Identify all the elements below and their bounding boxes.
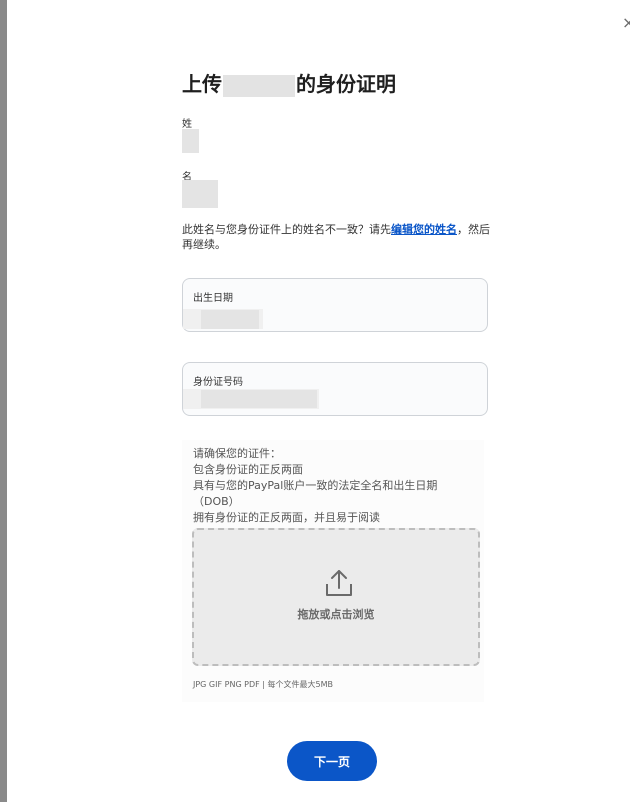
- upload-dropzone[interactable]: 拖放或点击浏览: [192, 528, 480, 666]
- close-button[interactable]: ×: [622, 14, 630, 32]
- requirements-heading: 请确保您的证件：: [193, 447, 281, 460]
- title-prefix: 上传: [182, 72, 222, 96]
- requirement-item: （DOB）: [193, 495, 240, 508]
- next-button[interactable]: 下一页: [287, 741, 377, 781]
- document-requirements: 请确保您的证件： 包含身份证的正反两面 具有与您的PayPal账户一致的法定全名…: [182, 440, 484, 702]
- upload-label: 拖放或点击浏览: [297, 608, 375, 621]
- close-icon: ×: [622, 13, 630, 32]
- title-suffix: 的身份证明: [296, 72, 396, 96]
- requirement-item: 包含身份证的正反两面: [193, 463, 303, 476]
- id-number-value-redacted-inner: [201, 390, 317, 408]
- window-edge: [0, 0, 7, 802]
- upload-icon: [326, 570, 352, 596]
- edit-name-link[interactable]: 编辑您的姓名: [391, 223, 457, 236]
- last-name-label: 姓: [182, 119, 192, 130]
- id-number-field[interactable]: 身份证号码: [182, 362, 488, 416]
- id-number-label: 身份证号码: [193, 377, 243, 388]
- redacted-name: [223, 74, 295, 97]
- last-name-value-redacted: [182, 129, 199, 153]
- dob-value-redacted-inner: [201, 310, 259, 329]
- requirement-item: 具有与您的PayPal账户一致的法定全名和出生日期: [193, 479, 438, 492]
- dob-field[interactable]: 出生日期: [182, 278, 488, 332]
- notice-text-before: 此姓名与您身份证件上的姓名不一致？请先: [182, 223, 391, 236]
- dob-label: 出生日期: [193, 293, 233, 304]
- name-mismatch-notice: 此姓名与您身份证件上的姓名不一致？请先编辑您的姓名，然后再继续。: [182, 222, 496, 252]
- requirement-item: 拥有身份证的正反两面，并且易于阅读: [193, 511, 380, 524]
- first-name-value-redacted: [182, 180, 218, 208]
- file-format-note: JPG GIF PNG PDF | 每个文件最大5MB: [193, 680, 334, 689]
- page-title: 上传 的身份证明: [182, 68, 396, 97]
